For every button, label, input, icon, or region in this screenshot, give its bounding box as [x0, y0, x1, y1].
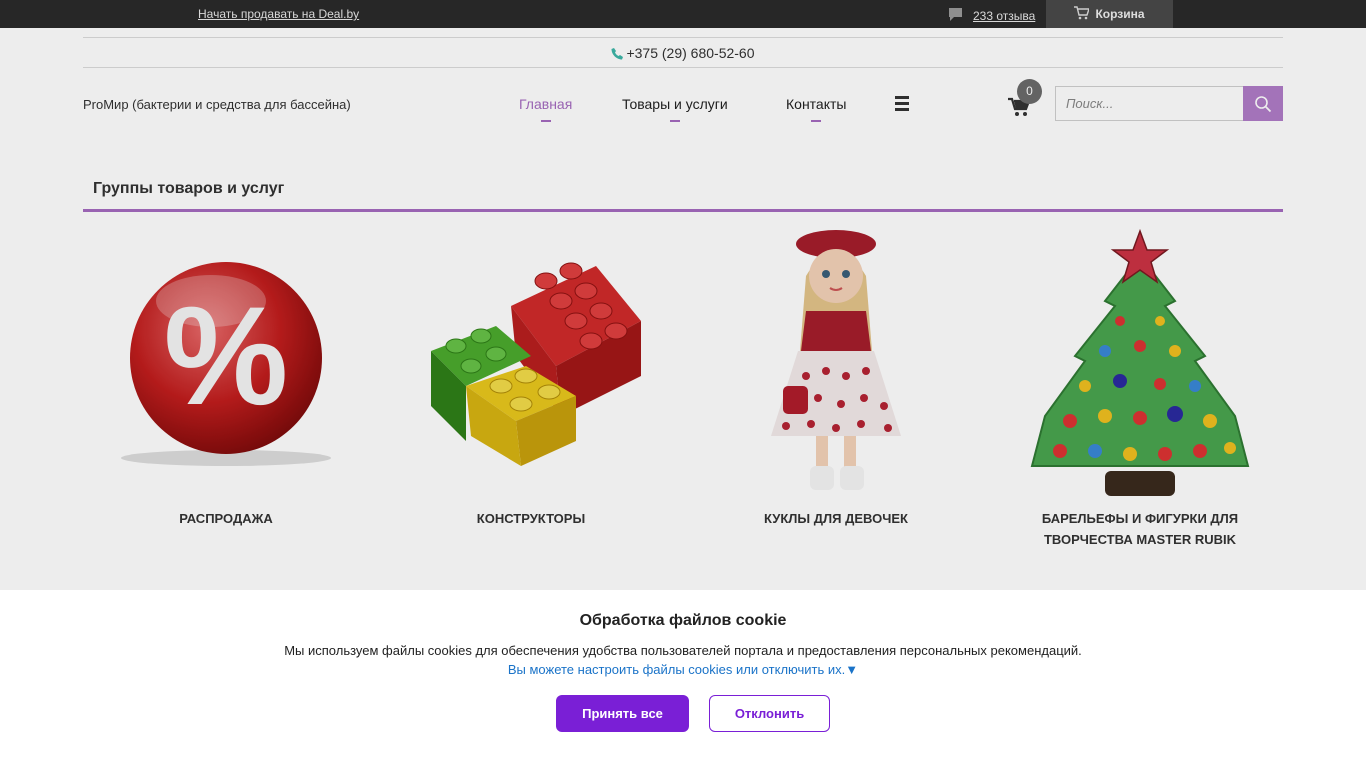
christmas-tree-image	[1010, 226, 1270, 501]
cart-icon	[1074, 5, 1091, 23]
nav-goods-services[interactable]: Товары и услуги	[622, 96, 728, 122]
nav-home-label: Главная	[519, 96, 573, 112]
divider	[83, 67, 1283, 68]
svg-text:%: %	[164, 277, 288, 434]
category-label: КОНСТРУКТОРЫ	[476, 511, 586, 526]
cookie-banner: Обработка файлов cookie Мы используем фа…	[0, 590, 1366, 768]
nav-underline	[811, 120, 822, 122]
nav-underline	[669, 120, 680, 122]
cart-count-badge: 0	[1017, 79, 1042, 104]
top-bar: Начать продавать на Deal.by 233 отзыва К…	[0, 0, 1366, 28]
cart-tab-button[interactable]: Корзина	[1046, 0, 1173, 28]
cart-tab-label: Корзина	[1095, 7, 1145, 21]
category-card-dolls[interactable]: КУКЛЫ ДЛЯ ДЕВОЧЕК	[706, 226, 966, 529]
menu-icon[interactable]	[895, 96, 909, 112]
section-title: Группы товаров и услуг	[93, 180, 285, 197]
sale-percent-image: %	[96, 226, 356, 501]
search-input[interactable]	[1055, 86, 1244, 121]
cookie-text: Мы используем файлы cookies для обеспече…	[284, 643, 1082, 658]
nav-underline	[540, 120, 551, 122]
category-card-constructors[interactable]: КОНСТРУКТОРЫ	[401, 226, 661, 529]
nav-goods-label: Товары и услуги	[622, 96, 728, 112]
decline-button[interactable]: Отклонить	[709, 695, 830, 732]
start-selling-link[interactable]: Начать продавать на Deal.by	[198, 7, 359, 21]
doll-image	[706, 226, 966, 501]
reviews-count: 233 отзыва	[973, 9, 1036, 23]
category-card-sale[interactable]: % РАСПРОДАЖА	[96, 226, 356, 529]
lego-bricks-image	[401, 226, 661, 501]
nav-contacts-label: Контакты	[786, 96, 847, 112]
cookie-settings-link[interactable]: Вы можете настроить файлы cookies или от…	[0, 662, 1366, 677]
phone-icon	[611, 48, 624, 60]
category-label: РАСПРОДАЖА	[179, 511, 273, 526]
nav-contacts[interactable]: Контакты	[786, 96, 847, 122]
comment-icon	[948, 7, 963, 25]
search-icon	[1255, 95, 1272, 112]
nav-home[interactable]: Главная	[519, 96, 573, 122]
divider	[83, 37, 1283, 38]
section-divider	[83, 209, 1283, 212]
company-name[interactable]: ProМир (бактерии и средства для бассейна…	[83, 97, 351, 112]
accept-all-button[interactable]: Принять все	[556, 695, 689, 732]
category-label: КУКЛЫ ДЛЯ ДЕВОЧЕК	[764, 511, 908, 526]
phone-text: +375 (29) 680-52-60	[626, 45, 755, 61]
category-label: БАРЕЛЬЕФЫ И ФИГУРКИ ДЛЯ ТВОРЧЕСТВА MASTE…	[1041, 511, 1239, 547]
reviews-link[interactable]: 233 отзыва	[948, 7, 1035, 25]
category-card-bas-reliefs[interactable]: БАРЕЛЬЕФЫ И ФИГУРКИ ДЛЯ ТВОРЧЕСТВА MASTE…	[1010, 226, 1270, 550]
cookie-title: Обработка файлов cookie	[579, 612, 787, 629]
phone-number[interactable]: +375 (29) 680-52-60	[0, 45, 1366, 61]
search-button[interactable]	[1243, 86, 1283, 121]
